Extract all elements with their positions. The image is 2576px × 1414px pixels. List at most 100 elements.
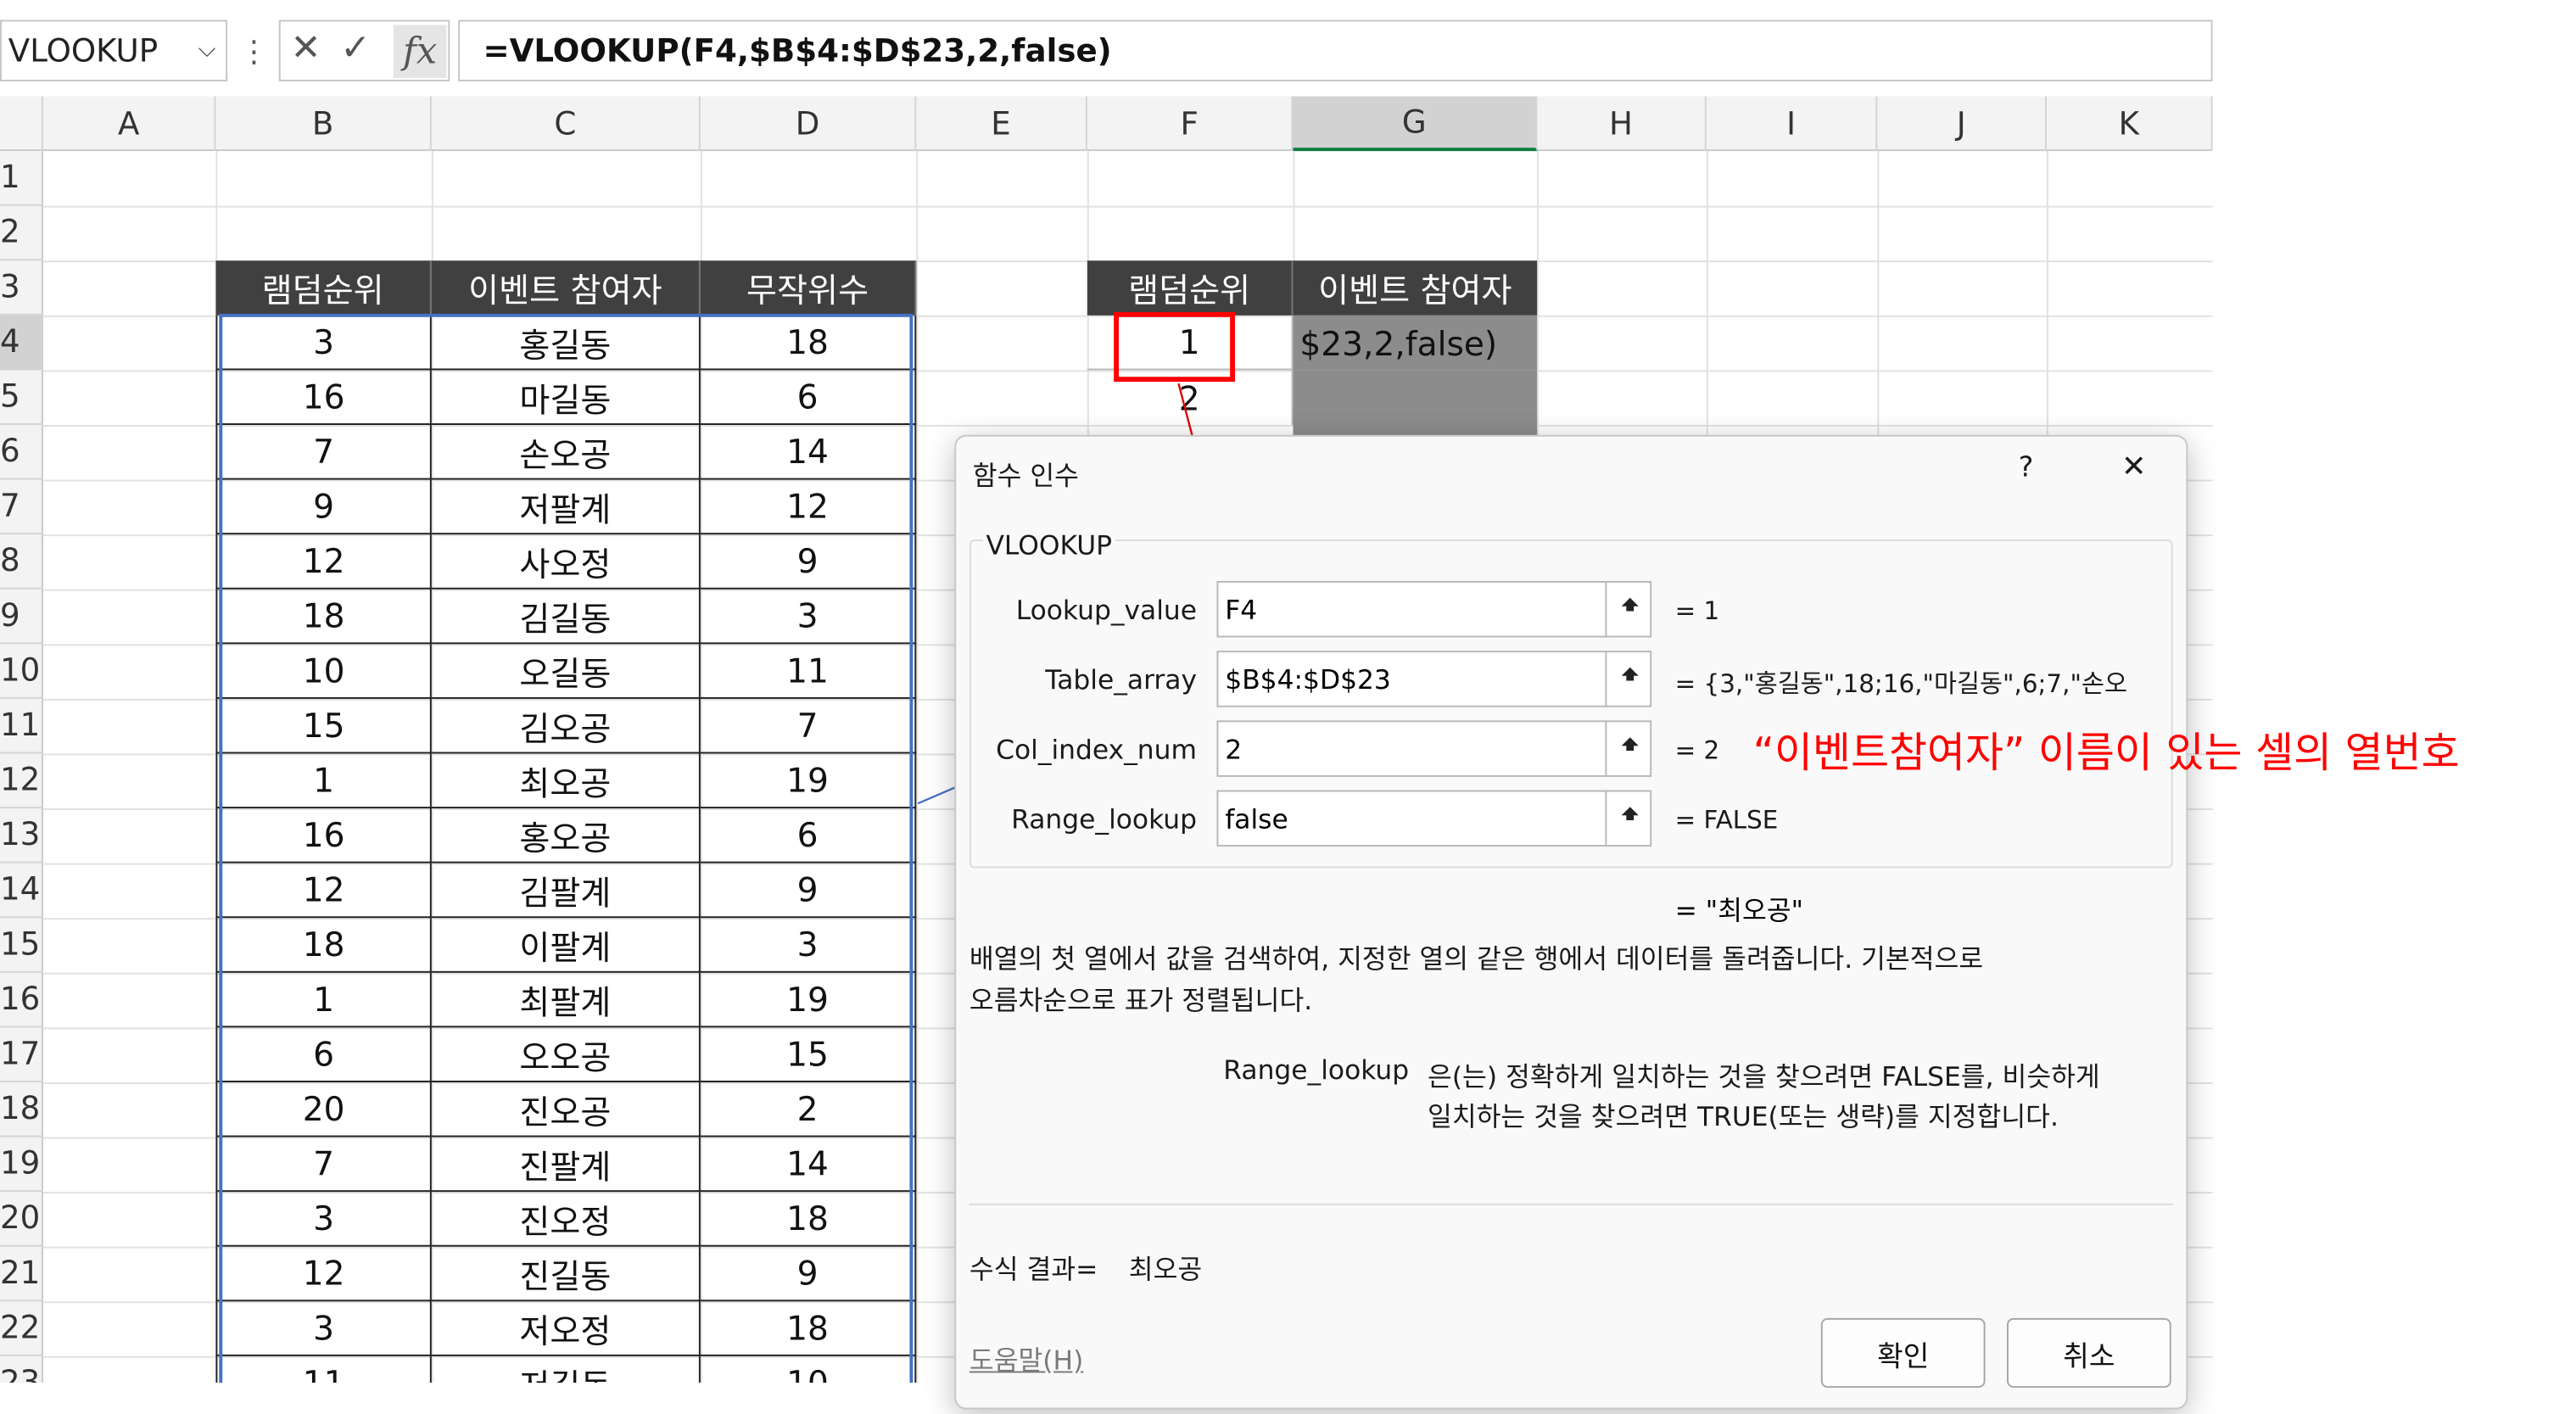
table-cell[interactable]: 최오공: [431, 753, 701, 809]
table-cell[interactable]: 2: [700, 1081, 917, 1137]
select-all-corner[interactable]: [0, 96, 43, 152]
table-cell[interactable]: 18: [700, 315, 917, 371]
table-cell[interactable]: 7: [700, 698, 917, 754]
table-cell[interactable]: 김오공: [431, 698, 701, 754]
collapse-dialog-icon[interactable]: 🠹: [1605, 720, 1653, 777]
table-cell[interactable]: 6: [215, 1027, 432, 1082]
column-header-k[interactable]: K: [2047, 96, 2213, 152]
table-cell[interactable]: 김길동: [431, 589, 701, 645]
table-cell[interactable]: 저길동: [432, 1355, 701, 1383]
row-header[interactable]: 21: [0, 1247, 43, 1302]
arg-input[interactable]: F4: [1216, 580, 1652, 638]
formula-input[interactable]: =VLOOKUP(F4,$B$4:$D$23,2,false): [458, 20, 2213, 81]
table-cell[interactable]: 6: [700, 808, 917, 863]
table-cell[interactable]: 홍오공: [431, 808, 701, 863]
table-cell[interactable]: 저오정: [431, 1301, 701, 1356]
table-cell[interactable]: 진오공: [431, 1081, 701, 1137]
lookup-header-participant[interactable]: 이벤트 참여자: [1293, 260, 1538, 316]
column-header-f[interactable]: F: [1087, 96, 1294, 152]
table-cell[interactable]: 7: [215, 1137, 432, 1193]
table-cell[interactable]: 6: [700, 370, 917, 425]
row-header[interactable]: 9: [0, 590, 43, 645]
row-header[interactable]: 13: [0, 808, 43, 863]
table-cell[interactable]: 마길동: [431, 370, 701, 425]
table-cell[interactable]: 이팔계: [431, 918, 701, 973]
table-cell[interactable]: 19: [700, 972, 917, 1028]
table-cell[interactable]: 16: [215, 808, 432, 863]
row-header[interactable]: 11: [0, 699, 43, 754]
table-cell[interactable]: 3: [215, 315, 432, 371]
table-header[interactable]: 무작위수: [700, 260, 917, 316]
row-header[interactable]: 4: [0, 315, 43, 371]
table-cell[interactable]: 진팔계: [431, 1137, 701, 1193]
row-header[interactable]: 6: [0, 425, 43, 480]
chevron-down-icon[interactable]: ⌵: [198, 36, 216, 63]
table-cell[interactable]: 14: [700, 424, 917, 480]
table-cell[interactable]: 18: [700, 1192, 917, 1247]
collapse-dialog-icon[interactable]: 🠹: [1605, 580, 1653, 638]
table-cell[interactable]: 오길동: [431, 644, 701, 699]
column-header-a[interactable]: A: [43, 96, 216, 152]
row-header[interactable]: 5: [0, 370, 43, 425]
table-header[interactable]: 램덤순위: [215, 260, 432, 316]
table-header[interactable]: 이벤트 참여자: [431, 260, 701, 316]
ok-button[interactable]: 확인: [1820, 1317, 1986, 1389]
table-cell[interactable]: 사오정: [431, 534, 701, 590]
table-cell[interactable]: 11: [700, 644, 917, 699]
table-cell[interactable]: 18: [215, 918, 432, 973]
table-cell[interactable]: 진길동: [431, 1246, 701, 1302]
table-cell[interactable]: 1: [215, 753, 432, 809]
cancel-icon[interactable]: ✕: [290, 28, 321, 70]
table-cell[interactable]: 20: [215, 1081, 432, 1137]
column-header-g[interactable]: G: [1293, 96, 1538, 152]
column-header-b[interactable]: B: [215, 96, 432, 152]
row-header[interactable]: 14: [0, 863, 43, 919]
row-header[interactable]: 23: [0, 1356, 43, 1383]
collapse-dialog-icon[interactable]: 🠹: [1605, 651, 1653, 707]
table-cell[interactable]: 12: [215, 863, 432, 919]
column-header-i[interactable]: I: [1707, 96, 1878, 152]
row-header[interactable]: 2: [0, 206, 43, 261]
table-cell[interactable]: 9: [215, 479, 432, 535]
table-cell[interactable]: 3: [215, 1301, 432, 1356]
table-cell[interactable]: 15: [215, 698, 432, 754]
row-header[interactable]: 17: [0, 1027, 43, 1082]
table-cell[interactable]: 9: [700, 863, 917, 919]
table-cell[interactable]: 김팔계: [431, 863, 701, 919]
row-header[interactable]: 8: [0, 534, 43, 590]
table-cell[interactable]: 11: [215, 1355, 432, 1383]
cancel-button[interactable]: 취소: [2007, 1317, 2171, 1389]
close-icon[interactable]: ✕: [2121, 450, 2147, 484]
table-cell[interactable]: 저팔계: [431, 479, 701, 535]
table-cell[interactable]: 18: [215, 589, 432, 645]
table-cell[interactable]: 10: [215, 644, 432, 699]
table-cell[interactable]: 19: [700, 753, 917, 809]
table-cell[interactable]: 14: [700, 1137, 917, 1193]
cell-g4-editing[interactable]: $23,2,false): [1293, 315, 1538, 371]
row-header[interactable]: 20: [0, 1192, 43, 1247]
table-cell[interactable]: 손오공: [431, 424, 701, 480]
row-header[interactable]: 1: [0, 151, 43, 206]
row-header[interactable]: 3: [0, 260, 43, 316]
help-icon[interactable]: ?: [2019, 451, 2034, 484]
row-header[interactable]: 12: [0, 753, 43, 809]
row-header[interactable]: 16: [0, 973, 43, 1028]
name-box[interactable]: VLOOKUP ⌵: [0, 20, 228, 81]
column-header-c[interactable]: C: [432, 96, 701, 152]
row-header[interactable]: 18: [0, 1082, 43, 1137]
table-cell[interactable]: 12: [215, 534, 432, 590]
table-cell[interactable]: 오오공: [431, 1027, 701, 1082]
table-cell[interactable]: 18: [700, 1301, 917, 1356]
table-cell[interactable]: 9: [700, 534, 917, 590]
table-cell[interactable]: 최팔계: [431, 972, 701, 1028]
help-link[interactable]: 도움말(H): [969, 1338, 1083, 1378]
arg-input[interactable]: $B$4:$D$23: [1216, 651, 1652, 707]
table-cell[interactable]: 3: [215, 1192, 432, 1247]
row-header[interactable]: 7: [0, 480, 43, 535]
collapse-dialog-icon[interactable]: 🠹: [1605, 790, 1653, 847]
arg-input[interactable]: false: [1216, 790, 1652, 847]
lookup-header-rank[interactable]: 램덤순위: [1087, 260, 1294, 316]
cell-g5[interactable]: [1293, 370, 1538, 437]
table-cell[interactable]: 3: [700, 589, 917, 645]
table-cell[interactable]: 7: [215, 424, 432, 480]
